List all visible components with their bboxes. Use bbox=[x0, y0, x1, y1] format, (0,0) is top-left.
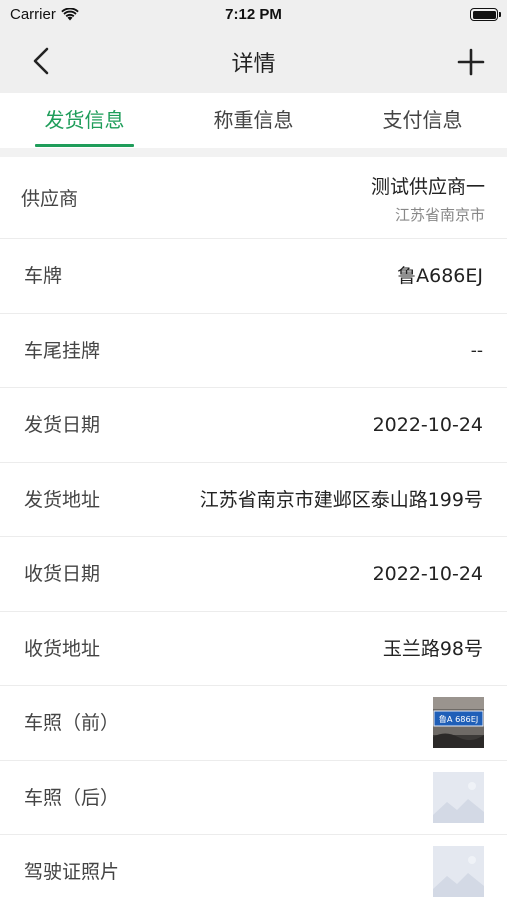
supplier-location: 江苏省南京市 bbox=[394, 206, 485, 224]
license-photo-label: 驾驶证照片 bbox=[24, 861, 120, 883]
navigation-bar: 详情 bbox=[0, 30, 507, 93]
plate-label: 车牌 bbox=[24, 265, 63, 287]
receive-address-value: 玉兰路98号 bbox=[382, 637, 483, 660]
ship-date-value: 2022-10-24 bbox=[372, 414, 483, 436]
car-photo-front-label: 车照（前） bbox=[24, 712, 120, 734]
tab-shipping-info[interactable]: 发货信息 bbox=[0, 93, 169, 148]
tab-bar: 发货信息 称重信息 支付信息 bbox=[0, 93, 507, 148]
active-tab-indicator bbox=[35, 144, 134, 147]
trailer-plate-value: -- bbox=[470, 340, 483, 361]
trailer-plate-row: 车尾挂牌 -- bbox=[0, 314, 507, 388]
ship-address-label: 发货地址 bbox=[24, 488, 101, 511]
ship-date-label: 发货日期 bbox=[24, 414, 101, 436]
status-bar: Carrier 7:12 PM bbox=[0, 0, 507, 30]
plate-row: 车牌 鲁A686EJ bbox=[0, 239, 507, 314]
supplier-label: 供应商 bbox=[21, 188, 79, 210]
tab-weighing-info[interactable]: 称重信息 bbox=[169, 93, 338, 148]
supplier-name: 测试供应商一 bbox=[370, 176, 485, 198]
plate-value: 鲁A686EJ bbox=[397, 265, 483, 287]
ship-date-row: 发货日期 2022-10-24 bbox=[0, 388, 507, 463]
tab-label: 称重信息 bbox=[213, 108, 294, 132]
image-placeholder-icon[interactable] bbox=[433, 846, 484, 897]
receive-date-row: 收货日期 2022-10-24 bbox=[0, 537, 507, 612]
car-photo-back-label: 车照（后） bbox=[24, 786, 120, 809]
tab-label: 支付信息 bbox=[382, 108, 463, 132]
receive-date-value: 2022-10-24 bbox=[372, 563, 483, 585]
detail-list: 供应商 测试供应商一 江苏省南京市 车牌 鲁A686EJ 车尾挂牌 -- 发货日… bbox=[0, 157, 507, 900]
image-placeholder-icon[interactable] bbox=[433, 771, 484, 823]
receive-date-label: 收货日期 bbox=[24, 563, 101, 585]
clock: 7:12 PM bbox=[225, 6, 282, 23]
tab-label: 发货信息 bbox=[44, 108, 125, 132]
receive-address-label: 收货地址 bbox=[24, 637, 101, 660]
supplier-row: 供应商 测试供应商一 江苏省南京市 bbox=[0, 157, 507, 239]
plus-icon[interactable] bbox=[455, 46, 487, 78]
ship-address-value: 江苏省南京市建邺区泰山路199号 bbox=[199, 488, 483, 511]
tab-payment-info[interactable]: 支付信息 bbox=[338, 93, 507, 148]
ship-address-row: 发货地址 江苏省南京市建邺区泰山路199号 bbox=[0, 463, 507, 537]
car-photo-front-row: 车照（前） 鲁A 686EJ bbox=[0, 686, 507, 761]
plate-photo-text: 鲁A 686EJ bbox=[439, 714, 479, 724]
receive-address-row: 收货地址 玉兰路98号 bbox=[0, 612, 507, 686]
trailer-plate-label: 车尾挂牌 bbox=[24, 339, 101, 362]
page-title: 详情 bbox=[231, 52, 276, 77]
car-photo-back-row: 车照（后） bbox=[0, 761, 507, 835]
car-photo-front-thumbnail[interactable]: 鲁A 686EJ bbox=[433, 697, 484, 748]
battery-icon bbox=[470, 8, 501, 21]
license-photo-row: 驾驶证照片 bbox=[0, 835, 507, 900]
